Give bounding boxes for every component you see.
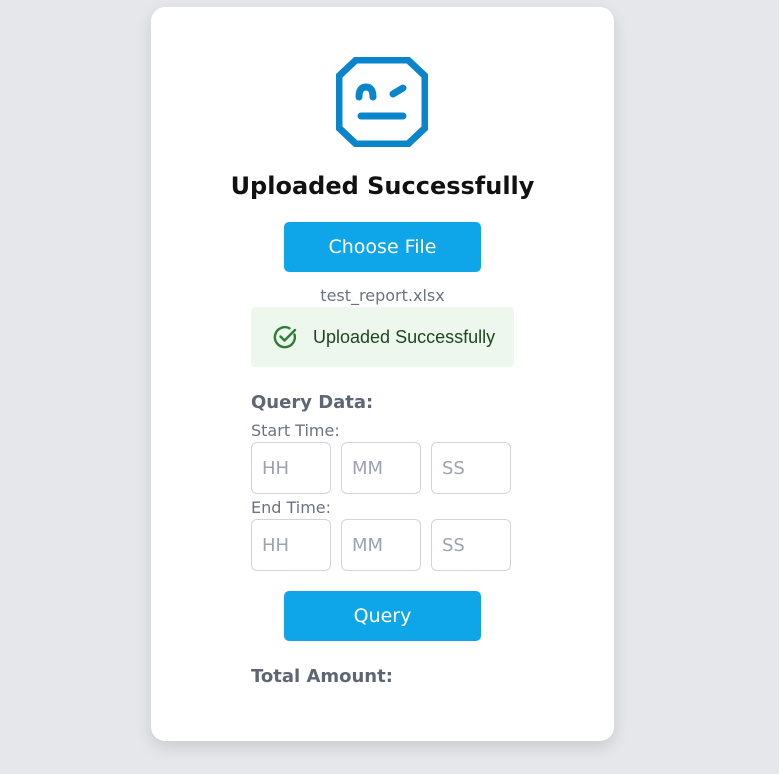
robot-face-icon <box>336 57 428 147</box>
start-seconds-input[interactable] <box>431 442 511 494</box>
end-seconds-input[interactable] <box>431 519 511 571</box>
start-minutes-input[interactable] <box>341 442 421 494</box>
end-hours-input[interactable] <box>251 519 331 571</box>
end-time-label: End Time: <box>251 498 332 517</box>
upload-success-alert: Uploaded Successfully <box>251 307 514 367</box>
start-time-label: Start Time: <box>251 421 340 440</box>
selected-file-name: test_report.xlsx <box>320 286 445 305</box>
page-title: Uploaded Successfully <box>230 172 535 200</box>
total-amount-label: Total Amount: <box>251 666 393 687</box>
start-hours-input[interactable] <box>251 442 331 494</box>
choose-file-button[interactable]: Choose File <box>284 222 481 272</box>
check-circle-icon <box>273 325 297 349</box>
query-button[interactable]: Query <box>284 591 481 641</box>
alert-message: Uploaded Successfully <box>313 327 496 347</box>
end-minutes-input[interactable] <box>341 519 421 571</box>
query-data-heading: Query Data: <box>251 392 374 413</box>
